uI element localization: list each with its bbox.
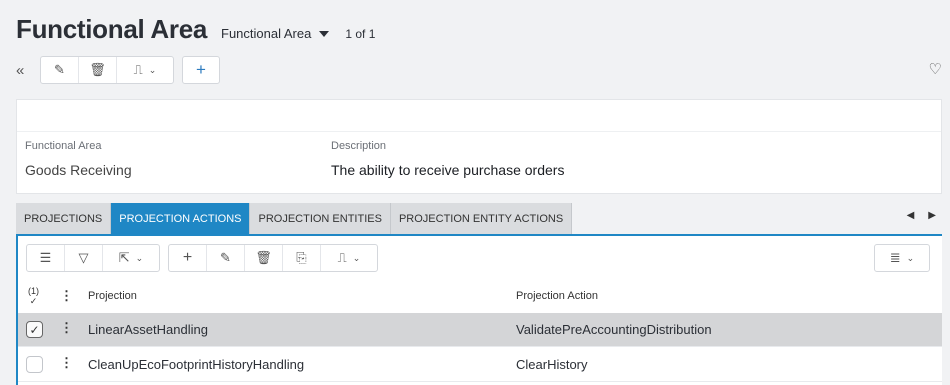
tab-bar: PROJECTIONS PROJECTION ACTIONS PROJECTIO… — [16, 203, 573, 234]
description-field: Description The ability to receive purch… — [331, 140, 564, 178]
functional-area-field: Functional Area Goods Receiving — [25, 140, 132, 178]
copy-icon: ⎘ — [296, 250, 307, 265]
tab-projection-actions[interactable]: PROJECTION ACTIONS — [111, 203, 251, 234]
tab-scroll-right-icon[interactable]: ▶ — [928, 210, 936, 221]
tab-projection-entity-actions[interactable]: PROJECTION ENTITY ACTIONS — [390, 203, 573, 234]
cell-projection: CleanUpEcoFootprintHistoryHandling — [88, 357, 305, 372]
grid-delete-button[interactable]: 🗑 — [245, 245, 283, 271]
grid-toolbar: ☰ ▽ ⇱ ⌄ + ✎ 🗑 ⎘ ⎍ ⌄ — [26, 244, 378, 272]
card-strip — [17, 100, 941, 132]
chevron-down-icon: ⌄ — [906, 252, 915, 263]
tab-projection-entities[interactable]: PROJECTION ENTITIES — [250, 203, 391, 234]
row-kebab-icon[interactable]: ⋮ — [60, 355, 73, 371]
record-count: 1 of 1 — [345, 27, 376, 41]
chevron-down-icon: ⌄ — [148, 64, 157, 75]
grid-edit-button[interactable]: ✎ — [207, 245, 245, 271]
chevron-down-icon: ⌄ — [135, 252, 144, 263]
functional-area-selector[interactable]: Functional Area — [221, 26, 330, 41]
field-value: Goods Receiving — [25, 162, 132, 178]
row-checkbox[interactable]: ✓ — [26, 321, 43, 338]
selection-count: (1) — [28, 286, 39, 296]
trash-icon: 🗑 — [255, 250, 272, 265]
main-toolbar: « ✎ 🗑 ⎍ ⌄ + — [16, 56, 220, 84]
grid-view-group: ☰ ▽ ⇱ ⌄ — [26, 244, 160, 272]
edit-button[interactable]: ✎ — [41, 57, 79, 83]
grid-actions-group: + ✎ 🗑 ⎘ ⎍ ⌄ — [168, 244, 378, 272]
field-label: Functional Area — [25, 140, 102, 152]
grid-header: (1) ✓ ⋮ Projection Projection Action — [18, 286, 942, 314]
cell-projection: LinearAssetHandling — [88, 322, 208, 337]
list-icon: ☰ — [39, 250, 52, 265]
tab-projections[interactable]: PROJECTIONS — [16, 203, 112, 234]
table-row[interactable]: ⋮ CleanUpEcoFootprintHistoryHandling Cle… — [18, 348, 942, 382]
selector-label: Functional Area — [221, 26, 312, 41]
column-header-projection[interactable]: Projection — [88, 290, 137, 302]
filter-icon: ▽ — [78, 250, 89, 265]
stamp-icon: ⎍ — [337, 250, 347, 265]
export-icon: ⇱ — [118, 250, 130, 265]
field-label: Description — [331, 140, 387, 152]
table-row[interactable]: ✓ ⋮ LinearAssetHandling ValidatePreAccou… — [18, 313, 942, 347]
header-kebab-icon[interactable]: ⋮ — [60, 288, 73, 304]
double-chevron-left-icon[interactable]: « — [16, 62, 36, 79]
caret-down-icon — [319, 31, 330, 37]
plus-icon: + — [182, 249, 193, 266]
column-header-projection-action[interactable]: Projection Action — [516, 290, 598, 302]
filter-button[interactable]: ▽ — [65, 245, 103, 271]
list-view-button[interactable]: ☰ — [27, 245, 65, 271]
grid-copy-button[interactable]: ⎘ — [283, 245, 321, 271]
cell-projection-action: ValidatePreAccountingDistribution — [516, 322, 712, 337]
pencil-icon: ✎ — [54, 62, 65, 77]
page-title: Functional Area — [16, 14, 208, 44]
heart-icon[interactable]: ♡ — [929, 60, 942, 78]
select-all-checkbox[interactable]: (1) ✓ — [28, 286, 39, 306]
grid-approve-dropdown-button[interactable]: ⎍ ⌄ — [321, 245, 377, 271]
tab-scroll-left-icon[interactable]: ◀ — [907, 210, 915, 221]
field-value: The ability to receive purchase orders — [331, 162, 565, 178]
delete-button[interactable]: 🗑 — [79, 57, 117, 83]
projection-actions-panel: ☰ ▽ ⇱ ⌄ + ✎ 🗑 ⎘ ⎍ ⌄ ≣ ⌄ (1) ✓ ⋮ Projection… — [16, 234, 942, 385]
record-actions-group: ✎ 🗑 ⎍ ⌄ — [40, 56, 174, 84]
pencil-icon: ✎ — [220, 250, 231, 265]
page-header: Functional Area Functional Area 1 of 1 — [16, 14, 375, 45]
cell-projection-action: ClearHistory — [516, 357, 588, 372]
grid-add-button[interactable]: + — [169, 245, 207, 271]
export-dropdown-button[interactable]: ⇱ ⌄ — [103, 245, 159, 271]
check-icon: ✓ — [29, 296, 38, 306]
approve-dropdown-button[interactable]: ⎍ ⌄ — [117, 57, 173, 83]
lines-icon: ≣ — [889, 250, 901, 265]
chevron-down-icon: ⌄ — [352, 252, 361, 263]
tab-nav: ◀ ▶ — [907, 210, 936, 221]
stamp-icon: ⎍ — [133, 62, 143, 77]
row-kebab-icon[interactable]: ⋮ — [60, 320, 73, 336]
add-button[interactable]: + — [182, 56, 220, 84]
record-card: Functional Area Goods Receiving Descript… — [16, 99, 942, 194]
trash-icon: 🗑 — [89, 62, 106, 77]
plus-icon: + — [196, 60, 206, 79]
layout-dropdown-button[interactable]: ≣ ⌄ — [874, 244, 930, 272]
row-checkbox[interactable] — [26, 356, 43, 373]
